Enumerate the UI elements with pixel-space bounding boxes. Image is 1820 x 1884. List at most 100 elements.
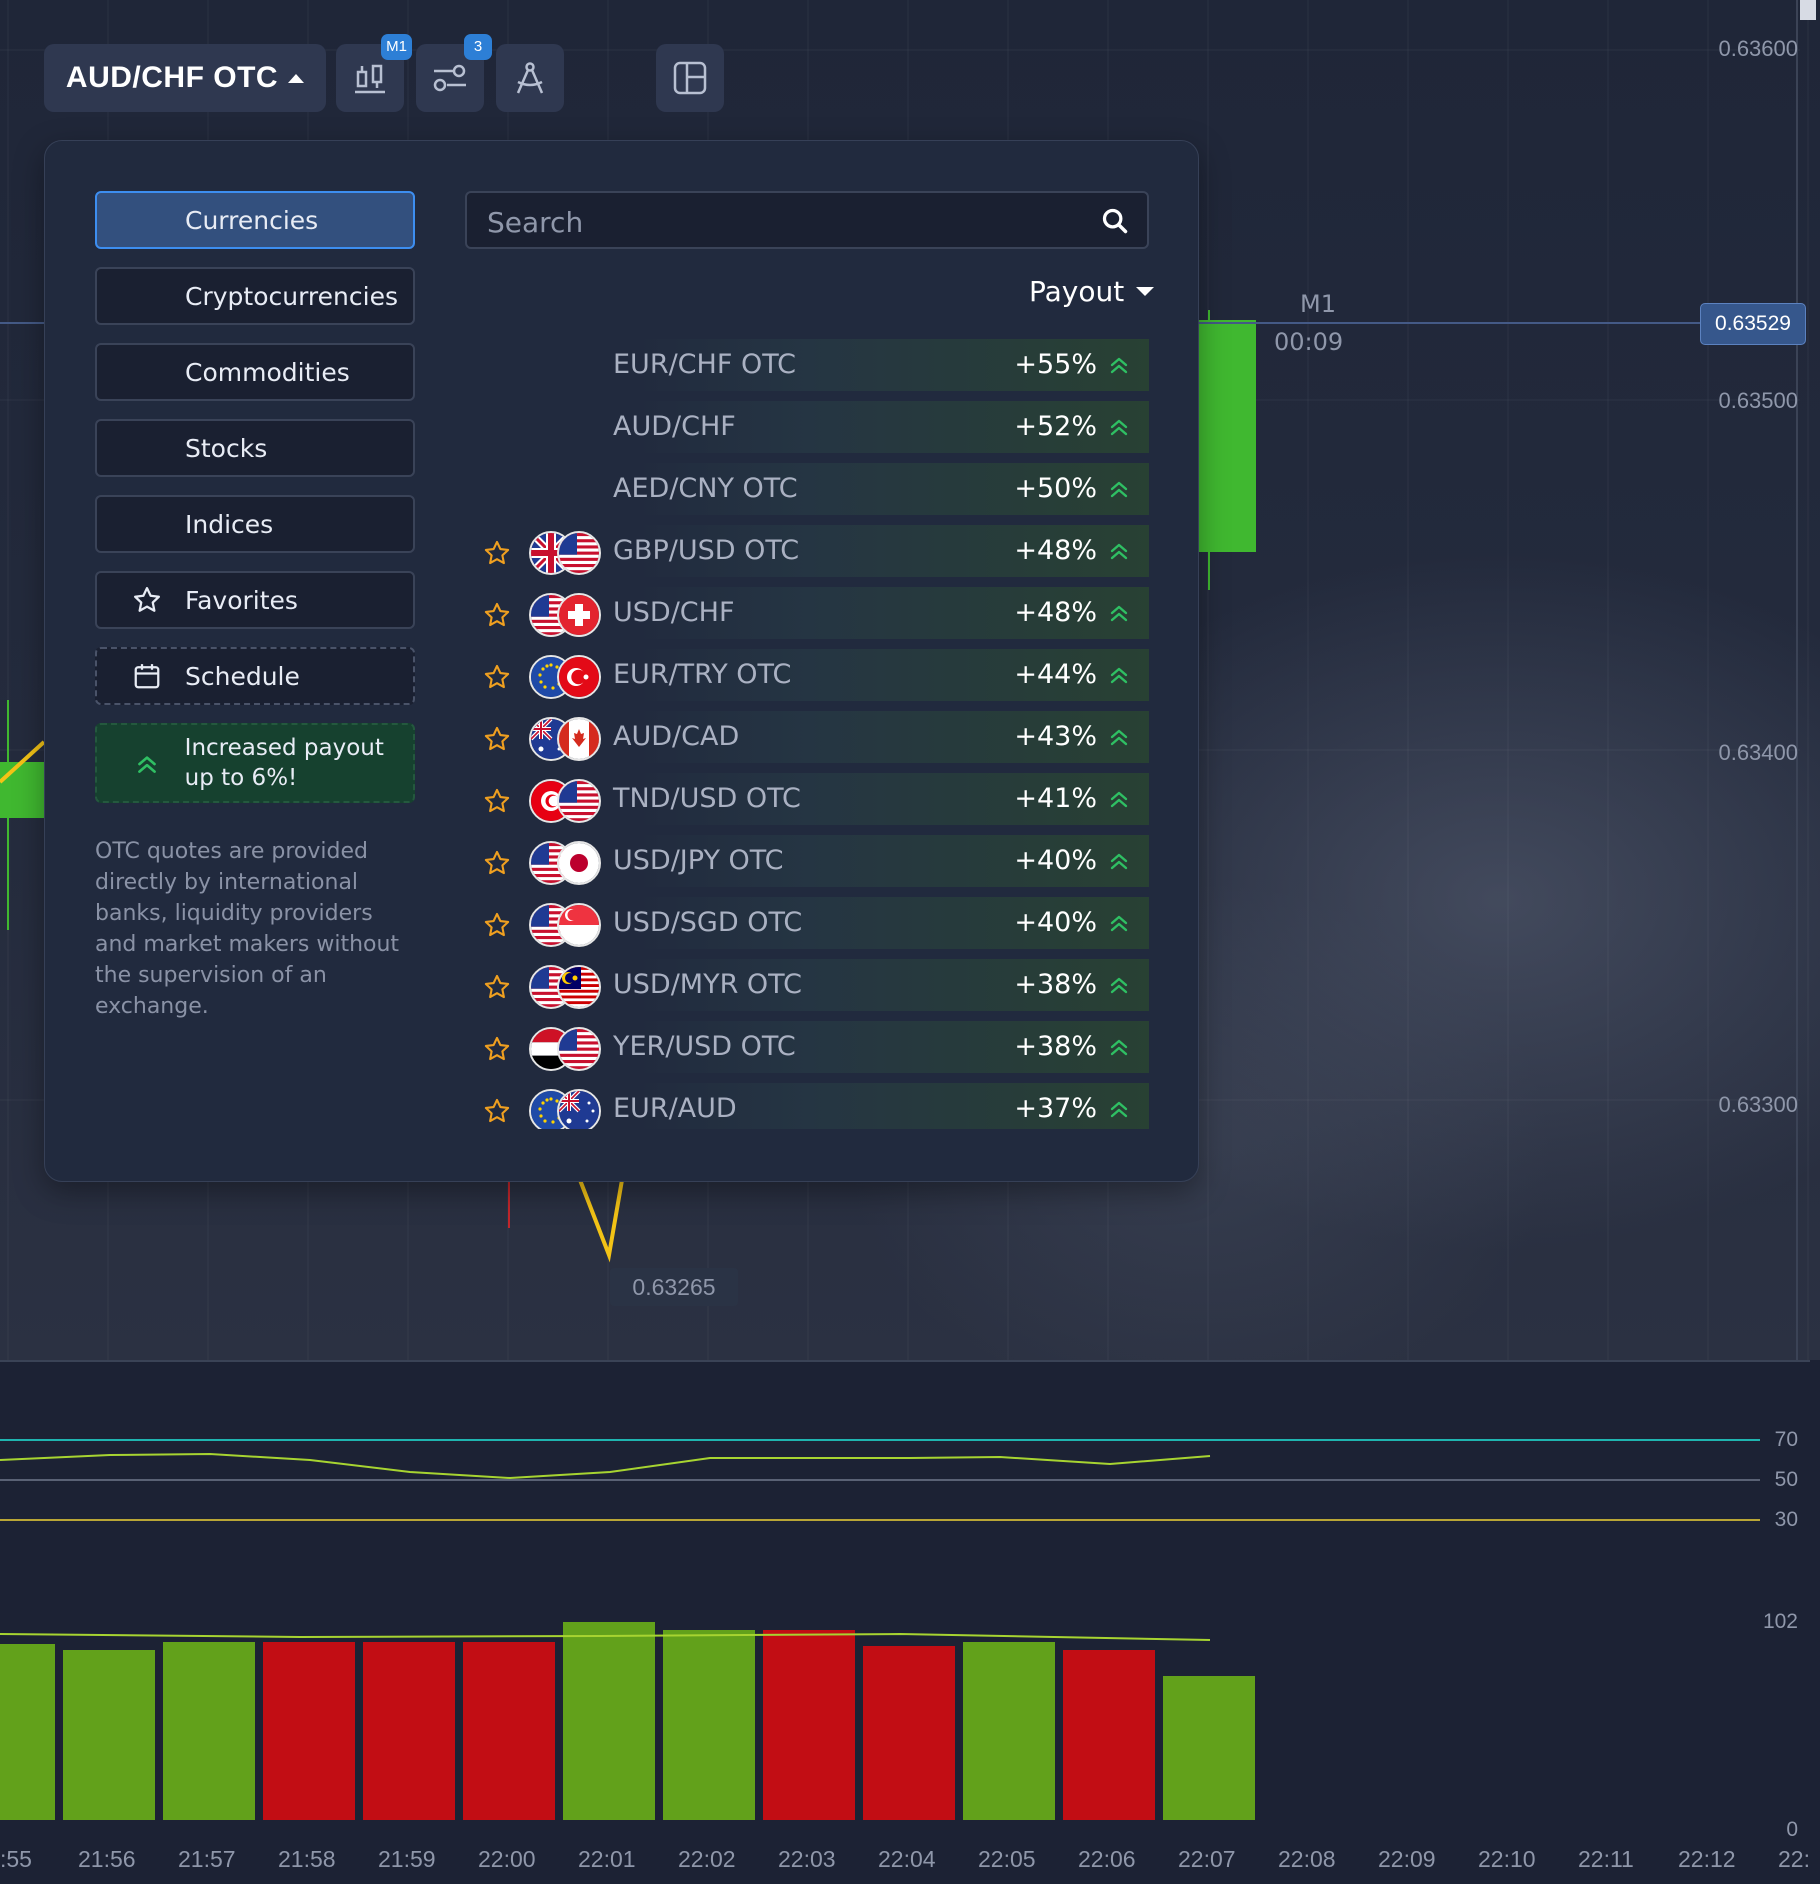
star-outline-icon[interactable] <box>483 849 511 881</box>
payout-value: +43% <box>1014 721 1097 752</box>
double-chevron-up-icon <box>1107 1095 1131 1127</box>
star-outline-icon[interactable] <box>483 787 511 819</box>
payout-value: +44% <box>1014 659 1097 690</box>
price-label: 0.63600 <box>1718 36 1798 61</box>
star-outline-icon[interactable] <box>483 1035 511 1067</box>
currency-flags <box>529 903 601 947</box>
star-outline-icon[interactable] <box>483 973 511 1005</box>
star-outline-icon[interactable] <box>483 663 511 695</box>
star-outline-icon[interactable] <box>483 911 511 943</box>
category-label: Schedule <box>185 661 300 691</box>
low-price-label: 0.63265 <box>610 1268 738 1306</box>
osc-level-label: 50 <box>1774 1468 1798 1491</box>
asset-row[interactable]: TND/USD OTC +41% <box>465 773 1149 825</box>
asset-row[interactable]: EUR/CHF OTC +55% <box>465 339 1149 391</box>
flag-icon <box>557 531 601 575</box>
volume-bar <box>463 1642 555 1820</box>
time-label: 21:57 <box>178 1846 236 1872</box>
payout-value: +48% <box>1014 535 1097 566</box>
asset-row[interactable]: USD/SGD OTC +40% <box>465 897 1149 949</box>
volume-level-label: 0 <box>1786 1818 1798 1841</box>
timeframe-badge: M1 <box>381 34 412 60</box>
currency-flags <box>529 1027 601 1071</box>
star-outline-icon[interactable] <box>483 725 511 757</box>
volume-bar <box>163 1642 255 1820</box>
category-commodities[interactable]: Commodities <box>95 343 415 401</box>
category-indices[interactable]: Indices <box>95 495 415 553</box>
search-icon[interactable] <box>1101 207 1129 239</box>
candle-timer: 00:09 <box>1274 328 1344 356</box>
volume-level-label: 102 <box>1762 1610 1798 1633</box>
price-label: 0.63300 <box>1718 1092 1798 1117</box>
volume-bar <box>1163 1676 1255 1820</box>
category-label: Stocks <box>185 433 268 463</box>
flag-icon <box>557 965 601 1009</box>
asset-selection-panel: Currencies Cryptocurrencies Commodities … <box>44 140 1199 1182</box>
category-label: Cryptocurrencies <box>185 281 398 311</box>
flag-icon <box>557 903 601 947</box>
indicators-button[interactable]: 3 <box>416 34 492 112</box>
asset-list[interactable]: EUR/CHF OTC +55% AUD/CHF +52% AED/CNY OTC +50… <box>465 337 1153 1129</box>
flag-icon <box>557 655 601 699</box>
asset-name: AED/CNY OTC <box>613 473 798 504</box>
asset-row[interactable]: USD/MYR OTC +38% <box>465 959 1149 1011</box>
search-input[interactable] <box>485 201 1069 243</box>
star-outline-icon[interactable] <box>483 1097 511 1129</box>
asset-name: AUD/CAD <box>613 721 740 752</box>
time-label: 21:58 <box>278 1846 336 1872</box>
asset-row[interactable]: AUD/CAD +43% <box>465 711 1149 763</box>
drawing-tools-button[interactable] <box>496 44 564 112</box>
double-chevron-up-icon <box>1107 785 1131 817</box>
asset-row[interactable]: EUR/AUD +37% <box>465 1083 1149 1129</box>
asset-row[interactable]: AUD/CHF +52% <box>465 401 1149 453</box>
asset-selector-button[interactable]: AUD/CHF OTC <box>44 44 326 112</box>
double-chevron-up-icon <box>1107 537 1131 569</box>
osc-level-label: 70 <box>1774 1428 1798 1451</box>
otc-disclaimer: OTC quotes are provided directly by inte… <box>95 839 400 1019</box>
category-schedule[interactable]: Schedule <box>95 647 415 705</box>
asset-name: USD/JPY OTC <box>613 845 784 876</box>
caret-down-icon <box>1136 287 1155 296</box>
currency-flags <box>529 841 601 885</box>
double-chevron-up-icon <box>1107 599 1131 631</box>
asset-row[interactable]: USD/CHF +48% <box>465 587 1149 639</box>
asset-row[interactable]: USD/JPY OTC +40% <box>465 835 1149 887</box>
volume-bar <box>663 1630 755 1820</box>
payout-value: +52% <box>1014 411 1097 442</box>
category-currencies[interactable]: Currencies <box>95 191 415 249</box>
promo-increased-payout[interactable]: Increased payout up to 6%! <box>95 723 415 803</box>
asset-search[interactable] <box>465 191 1149 249</box>
category-stocks[interactable]: Stocks <box>95 419 415 477</box>
category-favorites[interactable]: Favorites <box>95 571 415 629</box>
category-cryptocurrencies[interactable]: Cryptocurrencies <box>95 267 415 325</box>
volume-bar <box>63 1650 155 1820</box>
currency-flags <box>529 779 601 823</box>
volume-bar <box>963 1642 1055 1820</box>
time-label: 22:04 <box>878 1846 936 1872</box>
star-outline-icon[interactable] <box>483 601 511 633</box>
payout-value: +38% <box>1014 1031 1097 1062</box>
sort-by-payout[interactable]: Payout <box>1029 275 1155 308</box>
asset-name: YER/USD OTC <box>613 1031 796 1062</box>
asset-name: EUR/AUD <box>613 1093 737 1124</box>
chart-type-button[interactable]: M1 <box>336 34 412 112</box>
asset-name: GBP/USD OTC <box>613 535 800 566</box>
calendar-icon <box>125 661 169 691</box>
price-label: 0.63400 <box>1718 740 1798 765</box>
sliders-icon <box>433 64 466 92</box>
volume-bar <box>263 1642 355 1820</box>
star-outline-icon[interactable] <box>483 539 511 571</box>
asset-row[interactable]: YER/USD OTC +38% <box>465 1021 1149 1073</box>
payout-value: +50% <box>1014 473 1097 504</box>
double-chevron-up-icon <box>1107 847 1131 879</box>
category-label: Commodities <box>185 357 350 387</box>
layout-button[interactable] <box>656 44 724 112</box>
time-label: 22:09 <box>1378 1846 1436 1872</box>
asset-row[interactable]: EUR/TRY OTC +44% <box>465 649 1149 701</box>
flag-icon <box>557 779 601 823</box>
asset-row[interactable]: AED/CNY OTC +50% <box>465 463 1149 515</box>
asset-row[interactable]: GBP/USD OTC +48% <box>465 525 1149 577</box>
flag-icon <box>557 593 601 637</box>
payout-value: +38% <box>1014 969 1097 1000</box>
time-label: 22:05 <box>978 1846 1036 1872</box>
